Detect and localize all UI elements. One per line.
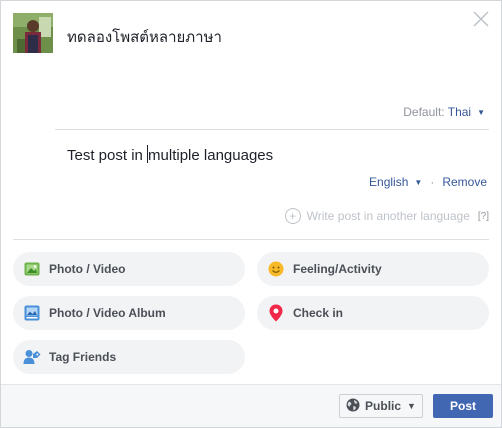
- divider: [55, 129, 489, 130]
- privacy-label: Public: [365, 399, 402, 413]
- check-in-button[interactable]: Check in: [257, 296, 489, 330]
- divider: [13, 239, 489, 240]
- tag-friends-button[interactable]: Tag Friends: [13, 340, 245, 374]
- photo-video-album-label: Photo / Video Album: [49, 306, 166, 320]
- default-language-prefix: Default:: [403, 105, 448, 119]
- location-pin-icon: [267, 304, 285, 322]
- translation-text-end: multiple languages: [148, 147, 274, 164]
- smiley-icon: [267, 260, 285, 278]
- tag-friends-label: Tag Friends: [49, 350, 117, 364]
- post-text-primary[interactable]: ทดลองโพสต์หลายภาษา: [67, 25, 222, 49]
- privacy-selector-button[interactable]: Public ▼: [339, 394, 423, 418]
- globe-icon: [346, 398, 360, 415]
- composer-footer: Public ▼ Post: [1, 384, 501, 427]
- feeling-activity-label: Feeling/Activity: [293, 262, 382, 276]
- feeling-activity-button[interactable]: Feeling/Activity: [257, 252, 489, 286]
- remove-translation-link[interactable]: Remove: [442, 175, 487, 189]
- check-in-label: Check in: [293, 306, 344, 320]
- separator-dot: ·: [430, 175, 435, 189]
- tag-friends-icon: [23, 348, 41, 366]
- post-composer: ทดลองโพสต์หลายภาษา Default: Thai ▼ Test p…: [0, 0, 502, 428]
- post-text-translation[interactable]: Test post in multiple languages: [67, 145, 273, 164]
- plus-circle-icon[interactable]: +: [284, 208, 301, 224]
- write-another-language[interactable]: + Write post in another language [?]: [284, 208, 489, 224]
- album-icon: [23, 304, 41, 322]
- post-button[interactable]: Post: [433, 394, 493, 418]
- default-language-selector: Default: Thai ▼: [403, 105, 485, 119]
- caret-down-icon[interactable]: ▼: [477, 108, 485, 117]
- avatar[interactable]: [13, 13, 53, 53]
- close-icon[interactable]: [471, 9, 491, 29]
- write-another-label[interactable]: Write post in another language: [307, 209, 470, 223]
- caret-down-icon: ▼: [407, 401, 416, 411]
- translation-language-row: English ▼ · Remove: [369, 175, 487, 189]
- photo-video-button[interactable]: Photo / Video: [13, 252, 245, 286]
- caret-down-icon[interactable]: ▼: [414, 178, 422, 187]
- default-language-link[interactable]: Thai: [448, 105, 471, 119]
- photo-icon: [23, 260, 41, 278]
- photo-video-album-button[interactable]: Photo / Video Album: [13, 296, 245, 330]
- translation-language-link[interactable]: English: [369, 175, 408, 189]
- translation-text-start: Test post in: [67, 147, 148, 164]
- photo-video-label: Photo / Video: [49, 262, 126, 276]
- help-link[interactable]: [?]: [478, 211, 489, 222]
- close-button[interactable]: [471, 9, 491, 29]
